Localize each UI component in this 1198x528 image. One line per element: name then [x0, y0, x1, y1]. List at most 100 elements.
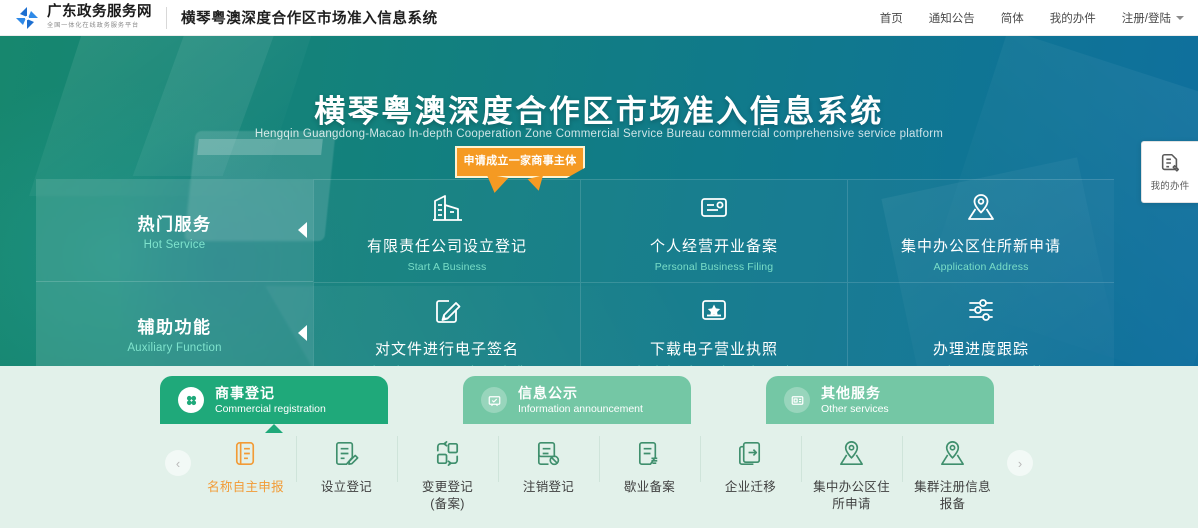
floating-my-documents-button[interactable]: 我的办件: [1141, 141, 1198, 203]
service-tile-cn: 对文件进行电子签名: [374, 340, 519, 358]
service-tile-cn: 办理进度跟踪: [932, 340, 1029, 358]
tab-label-en: Information announcement: [518, 402, 643, 415]
service-item-label: 集群注册信息 报备: [914, 480, 991, 511]
service-item-label: 设立登记: [320, 480, 373, 494]
my-documents-icon: [1159, 152, 1181, 174]
building-icon: [428, 188, 466, 226]
hero-banner: 横琴粤澳深度合作区市场准入信息系统 Hengqin Guangdong-Maca…: [0, 36, 1198, 366]
service-tile-download-license[interactable]: 下载电子营业执照 Download The Electronic Busines…: [580, 281, 847, 366]
service-tile-personal-business-filing[interactable]: 个人经营开业备案 Personal Business Filing: [580, 179, 847, 282]
doc-lines-icon: [230, 434, 261, 472]
service-tile-application-address[interactable]: 集中办公区住所新申请 Application Address: [847, 179, 1114, 282]
nav-item-announcements[interactable]: 通知公告: [929, 10, 975, 26]
chevron-left-icon: ‹: [175, 455, 181, 471]
side-panel-hot-service-cn: 热门服务: [137, 214, 212, 234]
brand-subtitle: 全国一体化在线政务服务平台: [47, 22, 140, 29]
service-tiles: 有限责任公司设立登记 Start A Business 个人经营开业备案 Per…: [313, 179, 1114, 366]
service-item-label: 注销登记: [522, 480, 575, 494]
callout-bubble-text: 申请成立一家商事主体: [455, 146, 585, 178]
chevron-right-icon: ›: [1017, 455, 1023, 471]
tab-label-cn: 其他服务: [821, 384, 881, 401]
service-tile-en: Personal Business Filing: [654, 261, 774, 274]
brand-logo-group[interactable]: 广东政务服务网 全国一体化在线政务服务平台: [0, 5, 152, 31]
doc-arrow-icon: [735, 434, 766, 472]
nav-item-language[interactable]: 简体: [1001, 10, 1024, 26]
nav-item-my-documents-label: 我的办件: [1049, 12, 1096, 25]
tab-information-announcement[interactable]: 信息公示 Information announcement: [463, 376, 691, 424]
clover-icon: [178, 387, 204, 413]
service-tile-progress-tracking[interactable]: 办理进度跟踪 Processing Progress Tracking: [847, 281, 1114, 366]
service-tile-start-a-business[interactable]: 有限责任公司设立登记 Start A Business: [313, 179, 580, 282]
edit-document-icon: [428, 291, 466, 329]
card-icon: [784, 387, 810, 413]
header-divider: [166, 6, 167, 29]
guangdong-logo-icon: [14, 5, 40, 31]
license-star-icon: [695, 291, 733, 329]
top-header-bar: 广东政务服务网 全国一体化在线政务服务平台 横琴粤澳深度合作区市场准入信息系统 …: [0, 0, 1198, 36]
nav-item-register-login-label: 注册/登陆: [1121, 12, 1171, 25]
brand-title: 广东政务服务网: [47, 4, 152, 20]
id-card-icon: [695, 188, 733, 226]
service-tile-cn: 个人经营开业备案: [649, 238, 778, 256]
top-navigation: 首页 通知公告 简体 我的办件 注册/登陆: [854, 10, 1198, 26]
service-item-label: 变更登记 (备案): [421, 480, 474, 511]
service-item-change-registration[interactable]: 变更登记 (备案): [397, 428, 498, 513]
tab-label-en: Other services: [821, 402, 889, 415]
service-item-name-declaration[interactable]: 名称自主申报: [195, 428, 296, 496]
doc-pause-icon: [634, 434, 665, 472]
side-panel-hot-service[interactable]: 热门服务 Hot Service: [36, 179, 313, 281]
nav-item-home-label: 首页: [879, 12, 903, 25]
service-item-label: 名称自主申报: [207, 480, 284, 494]
nav-item-announcements-label: 通知公告: [928, 12, 975, 25]
tab-label-en: Commercial registration: [215, 402, 326, 415]
tab-commercial-registration[interactable]: 商事登记 Commercial registration: [160, 376, 388, 433]
tab-label-cn: 商事登记: [215, 384, 275, 401]
service-item-cancellation-registration[interactable]: 注销登记: [498, 428, 599, 496]
side-panel-hot-service-en: Hot Service: [143, 238, 206, 251]
service-carousel: ‹ 名称自主申报 设立登记 变更登记 (备案) 注销登记 歇业备案 企业迁移 集…: [0, 428, 1198, 528]
service-tile-cn: 下载电子营业执照: [649, 340, 778, 358]
nav-item-home[interactable]: 首页: [880, 10, 903, 26]
service-tile-cn: 集中办公区住所新申请: [900, 238, 1061, 256]
callout-bubble: 申请成立一家商事主体: [455, 146, 585, 195]
carousel-prev-button[interactable]: ‹: [165, 450, 191, 476]
tab-label-cn: 信息公示: [518, 384, 578, 401]
service-tile-cn: 有限责任公司设立登记: [366, 238, 527, 256]
chevron-down-icon: [1176, 15, 1184, 20]
map-pin-icon: [937, 434, 968, 472]
side-panel-auxiliary-function[interactable]: 辅助功能 Auxiliary Function: [36, 281, 313, 366]
service-item-business-suspension[interactable]: 歇业备案: [599, 428, 700, 496]
system-title: 横琴粤澳深度合作区市场准入信息系统: [181, 11, 438, 27]
service-tile-sign-document[interactable]: 对文件进行电子签名 Sign The Document Electronical…: [313, 281, 580, 366]
carousel-next-button[interactable]: ›: [1007, 450, 1033, 476]
announce-icon: [481, 387, 507, 413]
category-tabs: 商事登记 Commercial registration 信息公示 Inform…: [0, 376, 1198, 433]
service-tile-en: Start A Business: [407, 261, 487, 274]
service-grid: 热门服务 Hot Service 辅助功能 Auxiliary Function: [36, 179, 1114, 366]
triangle-left-icon: [298, 222, 307, 238]
service-item-enterprise-relocation[interactable]: 企业迁移: [700, 428, 801, 496]
hero-subtitle: Hengqin Guangdong-Macao In-depth Coopera…: [254, 128, 944, 140]
doc-pen-icon: [331, 434, 362, 472]
floating-widget-label: 我的办件: [1150, 181, 1190, 192]
map-pin-icon: [962, 188, 1000, 226]
nav-item-language-label: 简体: [1000, 12, 1024, 25]
triangle-left-icon: [298, 325, 307, 341]
doc-ban-icon: [533, 434, 564, 472]
hero-side-panel: 热门服务 Hot Service 辅助功能 Auxiliary Function: [36, 179, 313, 366]
service-item-cluster-registration[interactable]: 集群注册信息 报备: [902, 428, 1003, 513]
hero-title: 横琴粤澳深度合作区市场准入信息系统: [314, 94, 884, 129]
service-item-central-office-address[interactable]: 集中办公区住 所申请: [801, 428, 902, 513]
nav-item-register-login[interactable]: 注册/登陆: [1122, 10, 1184, 26]
service-item-label: 集中办公区住 所申请: [813, 480, 890, 511]
side-panel-auxiliary-function-en: Auxiliary Function: [127, 341, 222, 354]
hero-decoration-shape: [197, 139, 323, 155]
side-panel-auxiliary-function-cn: 辅助功能: [137, 317, 212, 337]
tab-other-services[interactable]: 其他服务 Other services: [766, 376, 994, 424]
service-tile-en: Application Address: [933, 261, 1029, 274]
sliders-icon: [962, 291, 1000, 329]
service-item-establishment-registration[interactable]: 设立登记: [296, 428, 397, 496]
service-item-label: 企业迁移: [724, 480, 777, 494]
nav-item-my-documents[interactable]: 我的办件: [1050, 10, 1096, 26]
lower-section: 商事登记 Commercial registration 信息公示 Inform…: [0, 366, 1198, 528]
